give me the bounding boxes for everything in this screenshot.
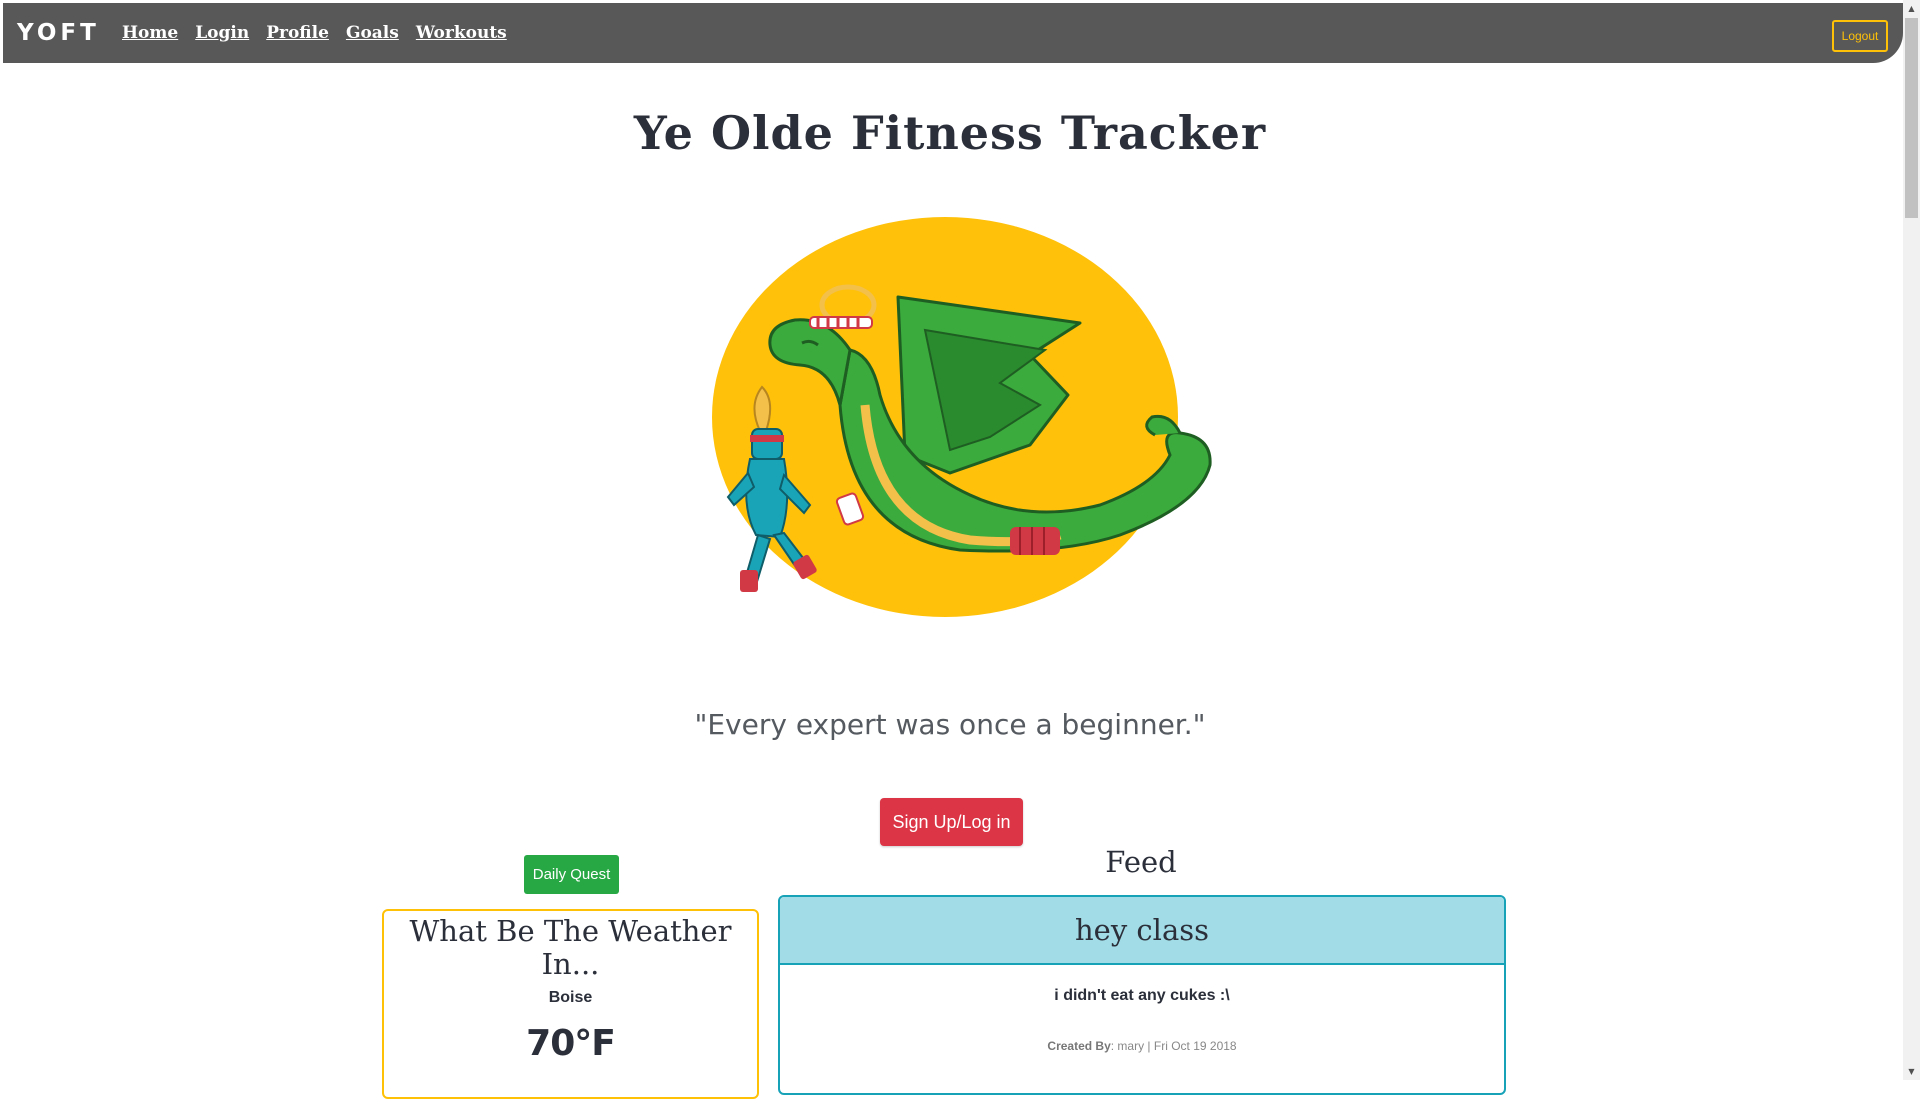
page-title: Ye Olde Fitness Tracker	[633, 106, 1267, 160]
scroll-up-arrow-icon[interactable]: ▲	[1903, 0, 1920, 17]
motivational-quote: "Every expert was once a beginner."	[694, 708, 1206, 741]
scroll-thumb[interactable]	[1905, 18, 1918, 218]
weather-card: What Be The Weather In... Boise 70°F	[382, 909, 759, 1099]
nav-link-goals[interactable]: Goals	[346, 23, 399, 43]
logout-button[interactable]: Logout	[1832, 20, 1888, 52]
hero-illustration	[700, 205, 1230, 625]
scrollbar[interactable]: ▲ ▼	[1903, 0, 1920, 1080]
feed-heading: Feed	[1105, 845, 1177, 879]
navbar: YOFT Home Login Profile Goals Workouts L…	[3, 3, 1903, 63]
created-by-label: Created By	[1047, 1039, 1111, 1053]
signup-login-button[interactable]: Sign Up/Log in	[880, 798, 1023, 846]
daily-quest-button[interactable]: Daily Quest	[524, 855, 619, 894]
nav-links: Home Login Profile Goals Workouts	[122, 23, 507, 43]
nav-link-login[interactable]: Login	[195, 23, 249, 43]
feed-card-meta: Created By: mary | Fri Oct 19 2018	[780, 1039, 1504, 1053]
weather-title: What Be The Weather In...	[409, 914, 732, 981]
weather-city: Boise	[548, 989, 593, 1006]
weather-temperature: 70°F	[526, 1023, 616, 1064]
scroll-down-arrow-icon[interactable]: ▼	[1903, 1063, 1920, 1080]
nav-link-profile[interactable]: Profile	[266, 23, 329, 43]
nav-link-home[interactable]: Home	[122, 23, 178, 43]
nav-link-workouts[interactable]: Workouts	[416, 23, 507, 43]
brand-logo[interactable]: YOFT	[17, 20, 100, 46]
feed-card-body: i didn't eat any cukes :\	[1054, 987, 1230, 1004]
dragon-knight-icon	[712, 217, 1212, 617]
feed-card: hey class i didn't eat any cukes :\ Crea…	[778, 895, 1506, 1095]
created-by-info: : mary | Fri Oct 19 2018	[1110, 1039, 1237, 1053]
feed-card-title: hey class	[780, 897, 1504, 965]
